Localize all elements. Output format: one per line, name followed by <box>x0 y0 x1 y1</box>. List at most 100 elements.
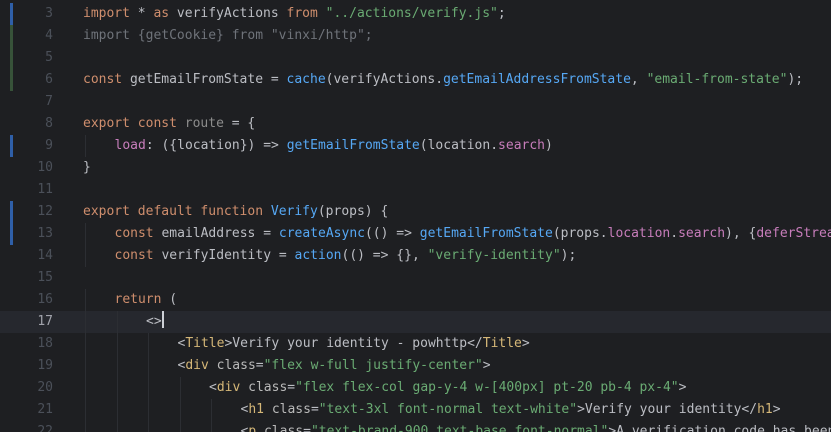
indent-guide <box>85 135 86 157</box>
code-token: "text-brand-900 text-base font-normal" <box>310 424 609 432</box>
code-line[interactable]: 9 load: ({location}) => getEmailFromState… <box>0 135 831 157</box>
indent-guide <box>85 399 86 421</box>
code-text[interactable]: export const route = { <box>83 113 255 135</box>
code-text[interactable]: export default function Verify(props) { <box>83 201 388 223</box>
indent-guide <box>116 311 118 333</box>
indent-guide <box>148 399 149 421</box>
line-number[interactable]: 17 <box>0 311 53 333</box>
code-text[interactable]: <div class="flex flex-col gap-y-4 w-[400… <box>209 377 686 399</box>
line-number[interactable]: 21 <box>0 399 53 421</box>
code-token: <> <box>146 314 162 329</box>
code-line[interactable]: 4 import {getCookie} from "vinxi/http"; <box>0 25 831 47</box>
indent-guide <box>116 421 118 432</box>
indent-guide <box>116 399 118 421</box>
code-token: > <box>772 402 781 417</box>
code-token: const <box>114 226 154 241</box>
code-token: verifyIdentity = <box>153 248 295 263</box>
code-text[interactable]: <> <box>146 311 164 333</box>
code-line[interactable]: 21 <h1 class="text-3xl font-normal text-w… <box>0 399 831 421</box>
code-token: div <box>216 380 241 395</box>
line-number[interactable]: 14 <box>0 245 53 267</box>
line-number[interactable]: 3 <box>0 3 53 25</box>
code-line[interactable]: 8 export const route = { <box>0 113 831 135</box>
code-token: div <box>185 358 209 373</box>
line-number[interactable]: 13 <box>0 223 53 245</box>
code-line[interactable]: 13 const emailAddress = createAsync(() =>… <box>0 223 831 245</box>
line-number[interactable]: 5 <box>0 47 53 69</box>
code-line[interactable]: 19 <div class="flex w-full justify-center… <box>0 355 831 377</box>
code-token: class <box>216 358 256 373</box>
code-token: return <box>114 292 162 307</box>
code-line[interactable]: 7 <box>0 91 831 113</box>
line-number[interactable]: 7 <box>0 91 53 113</box>
indent-guide <box>148 355 149 377</box>
code-text[interactable]: load: ({location}) => getEmailFromState(… <box>115 135 553 157</box>
code-token: "../actions/verify.js" <box>325 6 498 21</box>
code-line[interactable]: 14 const verifyIdentity = action(() => {}… <box>0 245 831 267</box>
code-text[interactable]: const verifyIdentity = action(() => {}, … <box>115 245 577 267</box>
code-text[interactable]: <Title>Verify your identity - powhttp</T… <box>178 333 530 355</box>
code-line[interactable]: 12 export default function Verify(props) … <box>0 201 831 223</box>
line-number[interactable]: 19 <box>0 355 53 377</box>
code-line[interactable]: 10} <box>0 157 831 179</box>
line-number[interactable]: 18 <box>0 333 53 355</box>
indent-guide <box>148 421 149 432</box>
code-line[interactable]: 16 return ( <box>0 289 831 311</box>
indent-guide <box>179 377 181 399</box>
line-number[interactable]: 10 <box>0 157 53 179</box>
code-line[interactable]: 17 <> <box>0 311 831 333</box>
code-line[interactable]: 11 <box>0 179 831 201</box>
code-editor[interactable]: 3 import * as verifyActions from "../acti… <box>0 0 831 432</box>
code-token: = <box>310 402 319 417</box>
code-line[interactable]: 15 <box>0 267 831 289</box>
code-token: = <box>287 380 296 395</box>
line-number[interactable]: 15 <box>0 267 53 289</box>
code-token: getEmailFromState <box>419 226 553 241</box>
line-number[interactable]: 9 <box>0 135 53 157</box>
code-token: (verifyActions. <box>325 72 444 87</box>
code-text[interactable]: import * as verifyActions from "../actio… <box>83 3 506 25</box>
code-line[interactable]: 20 <div class="flex flex-col gap-y-4 w-[4… <box>0 377 831 399</box>
code-token: p <box>248 424 257 432</box>
indent-guide <box>85 245 86 267</box>
code-text[interactable]: const emailAddress = createAsync(() => g… <box>115 223 831 245</box>
code-token: const <box>114 248 154 263</box>
code-text[interactable]: <div class="flex w-full justify-center"> <box>178 355 491 377</box>
line-number[interactable]: 6 <box>0 69 53 91</box>
code-token: > <box>482 358 491 373</box>
line-number[interactable]: 4 <box>0 25 53 47</box>
code-text[interactable]: return ( <box>115 289 178 311</box>
code-token: class <box>263 424 304 432</box>
code-line[interactable]: 18 <Title>Verify your identity - powhttp<… <box>0 333 831 355</box>
code-token: const <box>83 72 123 87</box>
code-text[interactable]: const getEmailFromState = cache(verifyAc… <box>83 69 803 91</box>
code-text[interactable]: } <box>83 157 91 179</box>
code-token: from <box>286 6 318 21</box>
line-number[interactable]: 12 <box>0 201 53 223</box>
code-text[interactable]: <h1 class="text-3xl font-normal text-whi… <box>241 399 781 421</box>
code-token: , <box>630 72 647 87</box>
line-number[interactable]: 22 <box>0 421 53 432</box>
code-token: getEmailFromState = <box>122 72 287 87</box>
line-number[interactable]: 16 <box>0 289 53 311</box>
code-token: ); <box>560 248 577 263</box>
code-line[interactable]: 5 <box>0 47 831 69</box>
code-text[interactable]: <p class="text-brand-900 text-base font-… <box>241 421 831 432</box>
code-token: = <box>303 424 311 432</box>
code-token: >Verify your identity - powhttp</ <box>224 336 483 351</box>
code-line[interactable]: 3 import * as verifyActions from "../acti… <box>0 3 831 25</box>
line-number[interactable]: 11 <box>0 179 53 201</box>
code-token: export <box>83 204 130 219</box>
line-number[interactable]: 20 <box>0 377 53 399</box>
line-number[interactable]: 8 <box>0 113 53 135</box>
code-token: location <box>607 226 671 241</box>
code-line[interactable]: 6 const getEmailFromState = cache(verifyA… <box>0 69 831 91</box>
code-text[interactable]: import {getCookie} from "vinxi/http"; <box>83 25 373 47</box>
code-token: ( <box>161 292 178 307</box>
indent-guide <box>85 355 86 377</box>
code-line[interactable]: 22 <p class="text-brand-900 text-base fon… <box>0 421 831 432</box>
code-token: >Verify your identity</ <box>577 402 758 417</box>
